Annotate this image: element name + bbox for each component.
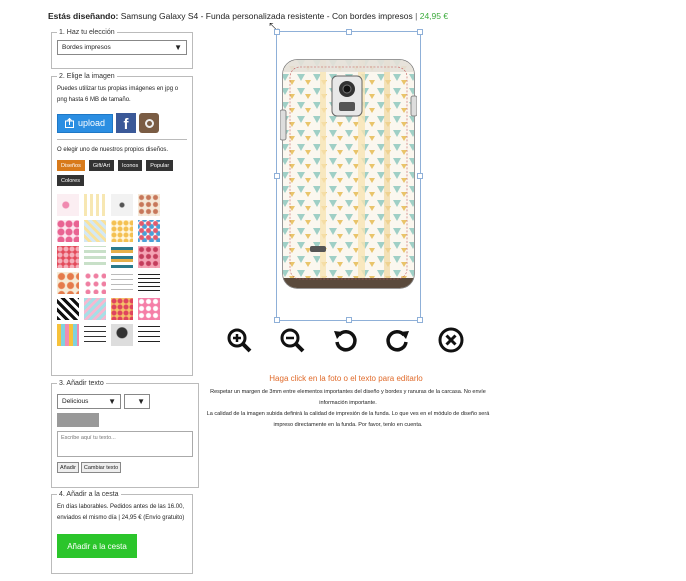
design-header: Estás diseñando: Samsung Galaxy S4 - Fun… bbox=[48, 11, 448, 21]
design-thumbnail[interactable] bbox=[57, 272, 79, 294]
upload-button[interactable]: upload bbox=[57, 113, 113, 133]
design-thumbnail[interactable] bbox=[111, 220, 133, 242]
font-select[interactable]: Delicious ▼ bbox=[57, 394, 121, 409]
header-separator: | bbox=[415, 11, 418, 21]
delivery-info: En días laborables. Pedidos antes de las… bbox=[57, 504, 185, 521]
design-thumbnail[interactable] bbox=[84, 298, 106, 320]
product-name: Samsung Galaxy S4 - Funda personalizada … bbox=[120, 11, 413, 21]
rotate-right-icon[interactable] bbox=[385, 327, 411, 353]
design-thumbnail[interactable] bbox=[111, 246, 133, 268]
step1-panel: 1. Haz tu elección Bordes impresos ▼ bbox=[51, 29, 193, 69]
tab-disenos[interactable]: Diseños bbox=[57, 160, 85, 171]
choose-design-text: O elegir uno de nuestros propios diseños… bbox=[57, 147, 169, 153]
design-thumbnail[interactable] bbox=[138, 298, 160, 320]
tab-iconos[interactable]: Iconos bbox=[118, 160, 143, 171]
product-price: 24,95 € bbox=[419, 11, 449, 21]
design-thumbnail[interactable] bbox=[84, 246, 106, 268]
step1-legend: 1. Haz tu elección bbox=[59, 29, 115, 36]
guideline-quality: La calidad de la imagen subida definirá … bbox=[206, 411, 490, 428]
resize-handle[interactable] bbox=[417, 173, 423, 179]
phone-case-preview[interactable] bbox=[280, 58, 417, 290]
zoom-in-icon[interactable] bbox=[226, 327, 252, 353]
resize-handle[interactable] bbox=[417, 317, 423, 323]
design-thumbnail[interactable] bbox=[111, 194, 133, 216]
font-select-value: Delicious bbox=[62, 398, 89, 405]
design-thumbnails bbox=[57, 194, 187, 346]
text-input[interactable] bbox=[57, 431, 193, 457]
dropdown-arrow-icon: ▼ bbox=[137, 397, 145, 406]
resize-handle[interactable] bbox=[346, 29, 352, 35]
text-color-swatch[interactable] bbox=[57, 413, 99, 427]
add-to-cart-button[interactable]: Añadir a la cesta bbox=[57, 534, 137, 558]
dropdown-arrow-icon: ▼ bbox=[108, 397, 116, 406]
design-thumbnail[interactable] bbox=[57, 246, 79, 268]
upload-label: upload bbox=[77, 118, 106, 128]
design-thumbnail[interactable] bbox=[111, 298, 133, 320]
design-thumbnail[interactable] bbox=[84, 220, 106, 242]
step4-legend: 4. Añadir a la cesta bbox=[59, 491, 119, 498]
design-thumbnail[interactable] bbox=[138, 246, 160, 268]
facebook-glyph: f bbox=[123, 116, 129, 133]
category-tabs: Diseños Gift/Art Iconos Popular Colores bbox=[57, 160, 187, 186]
upload-intro: Puedes utilizar tus propias imágenes en … bbox=[57, 86, 179, 103]
zoom-out-icon[interactable] bbox=[279, 327, 305, 353]
step3-panel: 3. Añadir texto Delicious ▼ ▼ Añadir Cam… bbox=[51, 380, 199, 488]
tab-gift-art[interactable]: Gift/Art bbox=[88, 160, 114, 171]
design-thumbnail[interactable] bbox=[57, 324, 79, 346]
design-thumbnail[interactable] bbox=[57, 298, 79, 320]
header-prefix: Estás diseñando: bbox=[48, 11, 119, 21]
step2-panel: 2. Elige la imagen Puedes utilizar tus p… bbox=[51, 73, 193, 376]
resize-handle[interactable] bbox=[274, 317, 280, 323]
edit-hint: Haga click en la foto o el texto para ed… bbox=[269, 374, 423, 383]
tab-popular[interactable]: Popular bbox=[146, 160, 174, 171]
design-thumbnail[interactable] bbox=[138, 324, 160, 346]
design-thumbnail[interactable] bbox=[111, 324, 133, 346]
design-thumbnail[interactable] bbox=[57, 194, 79, 216]
editor-toolbar bbox=[226, 327, 464, 353]
rotate-left-icon[interactable] bbox=[332, 327, 358, 353]
design-thumbnail[interactable] bbox=[84, 324, 106, 346]
resize-handle[interactable] bbox=[346, 317, 352, 323]
design-guidelines: Respetar un margen de 3mm entre elemento… bbox=[203, 387, 493, 431]
design-thumbnail[interactable] bbox=[138, 194, 160, 216]
step3-legend: 3. Añadir texto bbox=[59, 380, 104, 387]
instagram-icon[interactable] bbox=[139, 113, 159, 133]
delete-icon[interactable] bbox=[438, 327, 464, 353]
design-thumbnail[interactable] bbox=[57, 220, 79, 242]
step4-panel: 4. Añadir a la cesta En días laborables.… bbox=[51, 491, 193, 574]
design-thumbnail[interactable] bbox=[138, 220, 160, 242]
dropdown-arrow-icon: ▼ bbox=[174, 43, 182, 52]
design-thumbnail[interactable] bbox=[84, 194, 106, 216]
divider bbox=[57, 139, 187, 140]
design-thumbnail[interactable] bbox=[111, 272, 133, 294]
resize-handle[interactable] bbox=[417, 29, 423, 35]
upload-icon bbox=[64, 118, 74, 128]
facebook-icon[interactable]: f bbox=[116, 113, 136, 133]
tab-colores[interactable]: Colores bbox=[57, 175, 84, 186]
step2-legend: 2. Elige la imagen bbox=[59, 73, 115, 80]
add-text-button[interactable]: Añadir bbox=[57, 462, 79, 473]
instagram-lens bbox=[144, 118, 154, 128]
change-text-button[interactable]: Cambiar texto bbox=[80, 462, 122, 473]
design-thumbnail[interactable] bbox=[84, 272, 106, 294]
case-type-select[interactable]: Bordes impresos ▼ bbox=[57, 40, 187, 55]
resize-handle[interactable] bbox=[274, 29, 280, 35]
case-type-value: Bordes impresos bbox=[62, 44, 111, 51]
design-thumbnail[interactable] bbox=[138, 272, 160, 294]
guideline-margin: Respetar un margen de 3mm entre elemento… bbox=[210, 389, 486, 406]
size-select[interactable]: ▼ bbox=[124, 394, 150, 409]
